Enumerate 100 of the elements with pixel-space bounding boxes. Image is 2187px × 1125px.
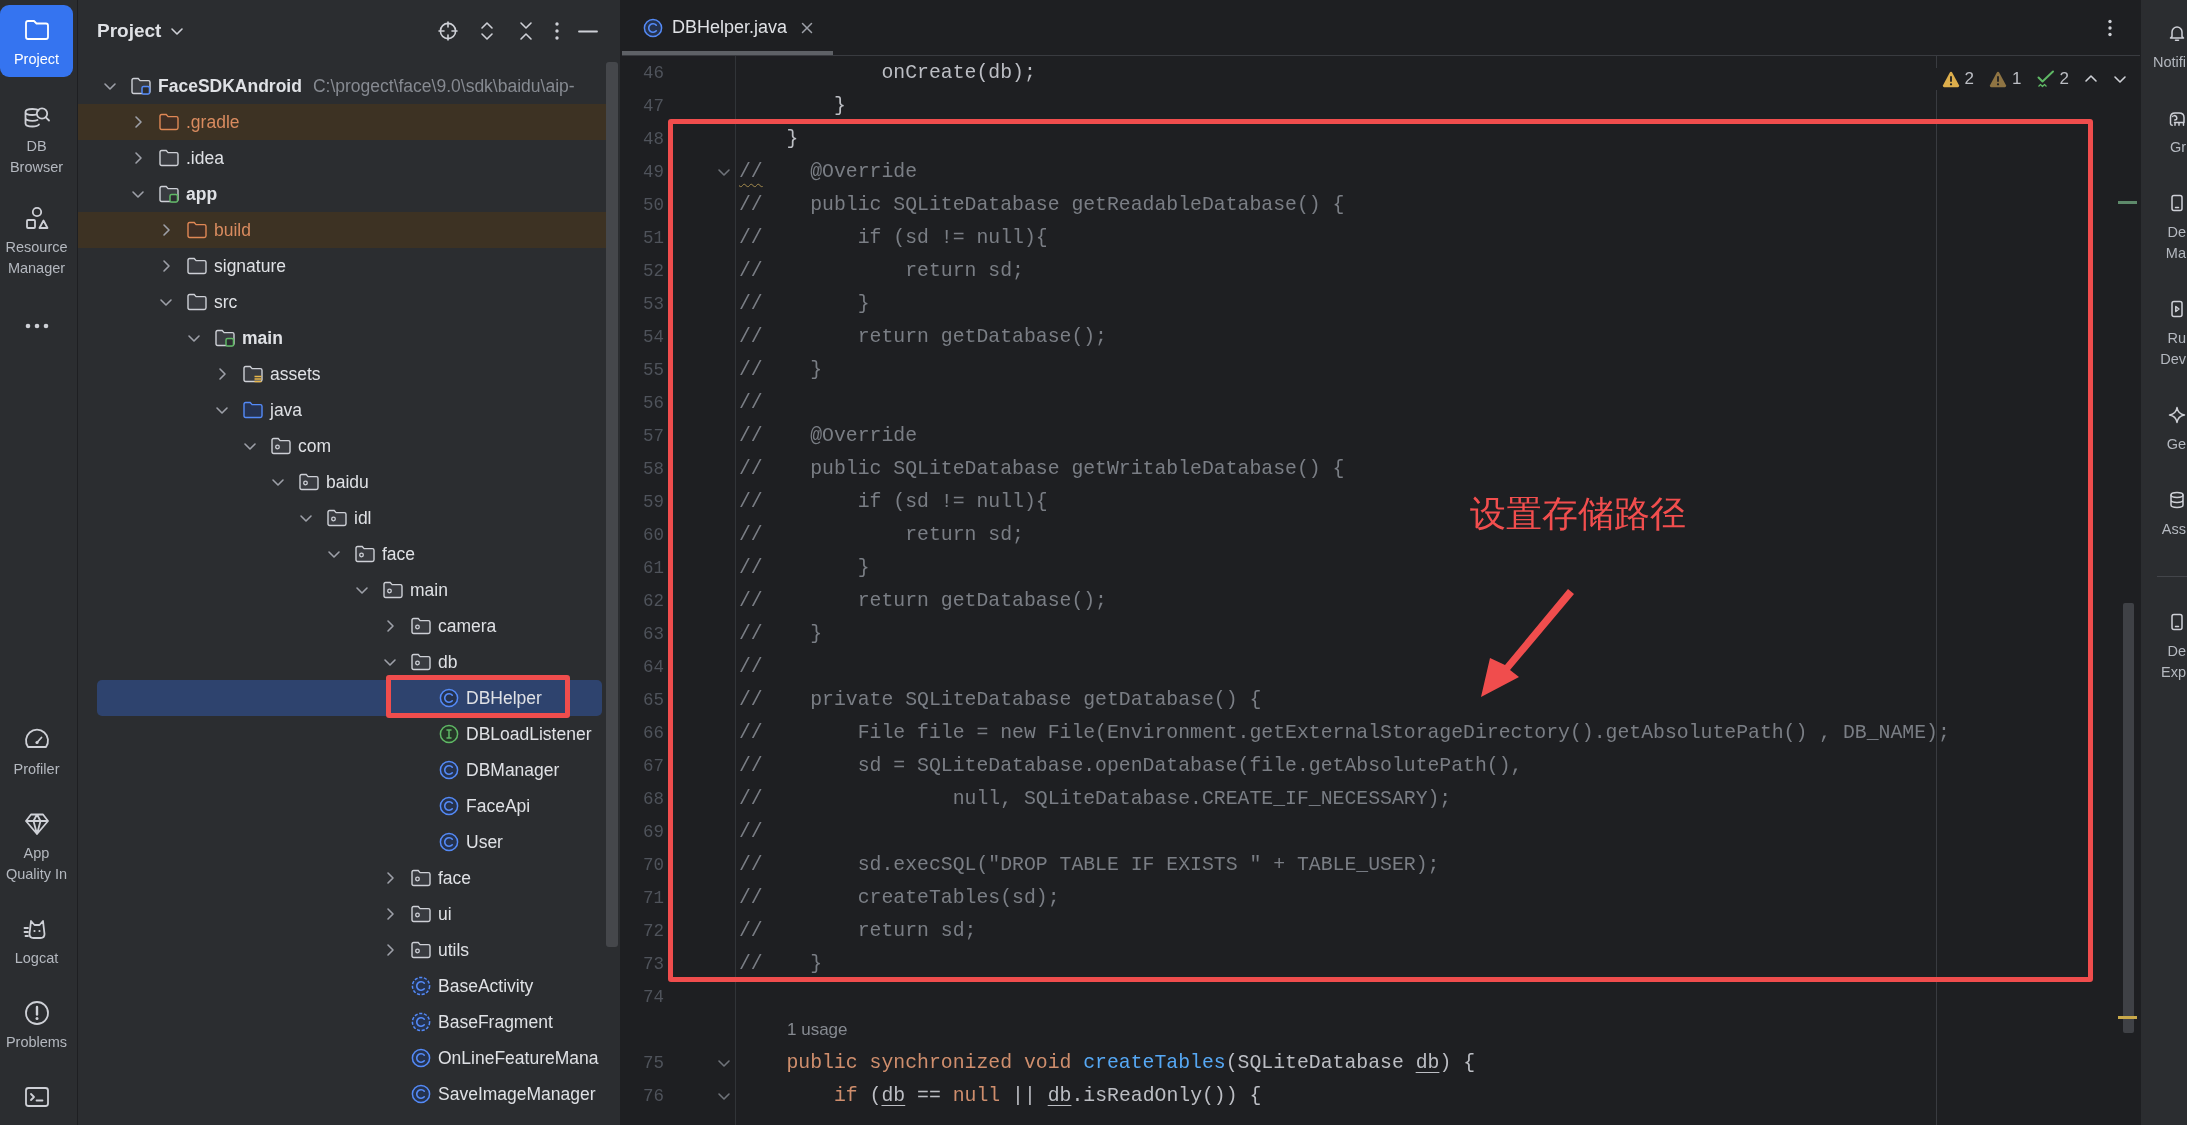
tool-window-button[interactable]: Resource Manager	[0, 204, 73, 279]
tree-item[interactable]: OnLineFeatureMana	[97, 1040, 602, 1076]
line-number: 55	[642, 359, 664, 380]
code-line: // return sd;	[739, 523, 1024, 546]
tool-window-button[interactable]: Ge	[2166, 406, 2187, 455]
tool-window-button[interactable]: Ass	[2161, 491, 2187, 540]
tree-item[interactable]: idl	[97, 500, 602, 536]
class-icon	[439, 688, 459, 708]
line-number: 50	[642, 194, 664, 215]
code-line: // createTables(sd);	[739, 886, 1060, 909]
code-line: // if (sd != null){	[739, 226, 1048, 249]
tree-item[interactable]: camera	[97, 608, 602, 644]
annotation-label: 设置存储路径	[1470, 494, 1686, 534]
minimize-icon[interactable]	[578, 29, 598, 33]
folder-icon	[187, 257, 207, 275]
tree-item[interactable]: signature	[97, 248, 602, 284]
panel-title-dropdown[interactable]: Project	[97, 20, 185, 42]
code-line: // }	[739, 556, 870, 579]
tree-item[interactable]: com	[97, 428, 602, 464]
tool-window-button[interactable]: De Exp	[2161, 613, 2187, 683]
tool-window-button[interactable]: De Ma	[2165, 194, 2187, 264]
path-label: C:\progect\face\9.0\sdk\baidu\aip-	[312, 75, 575, 97]
more-icon[interactable]	[555, 21, 559, 41]
tool-window-button[interactable]: Gr	[2168, 109, 2187, 158]
check-icon	[2036, 70, 2055, 88]
scrollbar-thumb[interactable]	[2123, 603, 2134, 1033]
folder-icon	[187, 221, 207, 239]
tree-item[interactable]: baidu	[97, 464, 602, 500]
tool-window-button[interactable]: Problems	[0, 999, 73, 1053]
folder-icon	[299, 473, 319, 491]
folder-icon	[243, 401, 263, 419]
tree-item[interactable]: src	[97, 284, 602, 320]
tree-item[interactable]: BaseActivity	[97, 968, 602, 1004]
typo-counter[interactable]: 2	[2036, 69, 2069, 89]
tree-item[interactable]: .gradle	[78, 104, 606, 140]
line-number: 74	[642, 986, 664, 1007]
tree-item[interactable]: java	[97, 392, 602, 428]
code-line: // null, SQLiteDatabase.CREATE_IF_NECESSARY);	[739, 787, 1452, 810]
bell-icon	[2168, 24, 2186, 42]
crosshair-icon[interactable]	[438, 21, 458, 41]
tool-window-button[interactable]: Project	[0, 5, 73, 77]
line-number: 51	[642, 227, 664, 248]
tree-item[interactable]: build	[78, 212, 606, 248]
alert-circle-icon	[22, 999, 51, 1027]
tree-item[interactable]: assets	[97, 356, 602, 392]
folder-icon	[411, 617, 431, 635]
tree-item[interactable]: .idea	[97, 140, 602, 176]
code-line: // sd.execSQL("DROP TABLE IF EXISTS " + TABLE_USER);	[739, 853, 1440, 876]
tree-item[interactable]: ui	[97, 896, 602, 932]
line-number: 60	[642, 524, 664, 545]
class-icon	[439, 760, 459, 780]
tree-item[interactable]: FaceApi	[97, 788, 602, 824]
tree-item[interactable]: BaseFragment	[97, 1004, 602, 1040]
tree-item[interactable]: main	[97, 572, 602, 608]
code-line: // }	[739, 358, 823, 381]
tool-window-button[interactable]: DB Browser	[0, 103, 73, 178]
tool-window-button[interactable]: Profiler	[0, 726, 73, 780]
line-number: 68	[642, 788, 664, 809]
close-icon[interactable]	[801, 21, 814, 34]
tree-item[interactable]: app	[97, 176, 602, 212]
line-number: 56	[642, 392, 664, 413]
code-line: // @Override	[739, 424, 918, 447]
tree-item[interactable]: db	[97, 644, 602, 680]
weak-warning-counter[interactable]: 1	[1989, 69, 2022, 89]
folder-icon	[159, 113, 179, 131]
tree-item[interactable]: DBHelper	[97, 680, 602, 716]
usage-hint[interactable]: 1 usage	[787, 1019, 848, 1040]
tree-item[interactable]: SaveImageManager	[97, 1076, 602, 1112]
folder-icon	[327, 509, 347, 527]
tree-item[interactable]: utils	[97, 932, 602, 968]
warning-counter[interactable]: 2	[1941, 69, 1975, 89]
folder-icon	[187, 293, 207, 311]
phone-icon	[2168, 300, 2186, 318]
elephant-icon	[2168, 109, 2186, 127]
class-icon	[411, 976, 431, 996]
line-number: 70	[642, 854, 664, 875]
line-number: 76	[642, 1085, 664, 1106]
tree-item[interactable]: face	[97, 860, 602, 896]
tool-window-button[interactable]: Ru Dev	[2160, 300, 2187, 370]
line-number: 63	[642, 623, 664, 644]
tool-window-button[interactable]: App Quality In	[0, 810, 73, 885]
line-number: 66	[642, 722, 664, 743]
tool-window-button[interactable]: Logcat	[0, 915, 73, 969]
interface-icon	[439, 724, 459, 744]
tree-item[interactable]: FaceSDKAndroid C:\progect\face\9.0\sdk\baidu\aip-	[97, 68, 602, 104]
line-number: 75	[642, 1052, 664, 1073]
tree-item[interactable]: User	[97, 824, 602, 860]
more-icon[interactable]	[2108, 18, 2112, 37]
tree-item[interactable]: DBManager	[97, 752, 602, 788]
tool-window-button[interactable]: Notifi	[2152, 24, 2187, 73]
code-line: // }	[739, 952, 823, 975]
tree-item[interactable]: main	[97, 320, 602, 356]
tree-item[interactable]: DBLoadListener	[97, 716, 602, 752]
class-icon	[411, 1048, 431, 1068]
tree-item[interactable]: face	[97, 536, 602, 572]
scrollbar-thumb[interactable]	[606, 62, 618, 947]
line-number: 64	[642, 656, 664, 677]
code-line: // }	[739, 292, 870, 315]
line-number: 71	[642, 887, 664, 908]
code-line: // @Override	[739, 160, 918, 183]
